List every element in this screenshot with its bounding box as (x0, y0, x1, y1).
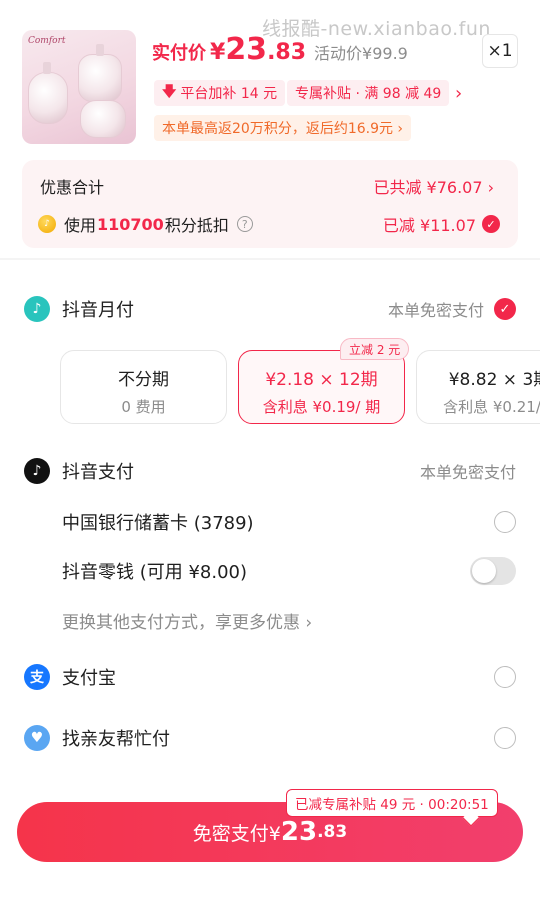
price-decimal: .83 (267, 40, 307, 65)
original-price: 活动价¥99.9 (314, 44, 408, 63)
exclusive-subsidy-text: 专属补贴 · 满 98 减 49 (295, 86, 442, 102)
price-currency: ¥ (210, 40, 226, 65)
plan-fee: 含利息 ¥0.19/ 期 (262, 398, 381, 416)
bottle-shape (78, 54, 122, 102)
bank-card-radio[interactable] (494, 511, 516, 533)
check-icon: ✓ (494, 298, 516, 320)
douyin-balance-toggle[interactable] (470, 557, 516, 585)
instant-discount-badge: 立减 2 元 (340, 338, 410, 360)
help-icon[interactable]: ? (236, 216, 253, 232)
price-integer: 23 (225, 32, 268, 67)
alipay-icon: 支 (24, 664, 50, 690)
price-label: 实付价 (152, 43, 206, 64)
bottle-shape (28, 72, 68, 124)
douyin-balance-label: 抖音零钱 (可用 ¥8.00) (62, 562, 248, 583)
subsidy-countdown-bubble: 已减专属补贴 49 元 · 00:20:51 (286, 789, 498, 827)
down-arrow-icon: 🡇 (162, 84, 177, 100)
bottle-pump (96, 44, 104, 56)
installment-plans: 不分期 0 费用 ¥2.18 × 12期 含利息 ¥0.19/ 期 ¥8.82 … (60, 350, 540, 424)
more-payment-methods-link[interactable]: 更换其他支付方式，享更多优惠 › (62, 608, 312, 633)
discount-panel: 优惠合计 已共减 ¥76.07 › ♪ 使用 110700 积分抵扣 ? 已减 … (22, 160, 518, 248)
quantity-selector[interactable]: ×1 (482, 34, 518, 68)
douyin-pay-status: 本单免密支付 (419, 463, 516, 482)
product-image[interactable]: Comfort (22, 30, 136, 144)
douyin-pay-row[interactable]: ♪ 抖音支付 本单免密支付 (24, 458, 516, 484)
points-rebate-tag[interactable]: 本单最高返20万积分，返后约16.9元 › (154, 115, 412, 141)
bank-card-label: 中国银行储蓄卡 (3789) (62, 513, 254, 534)
bottle-pump (43, 62, 51, 74)
douyin-pay-icon: ♪ (24, 458, 50, 484)
points-reduced-text: 已减 ¥11.07 (382, 216, 476, 235)
discount-title: 优惠合计 (40, 178, 105, 197)
plan-option-3[interactable]: ¥8.82 × 3期 含利息 ¥0.21/期 (416, 350, 540, 424)
price-line: 实付价 ¥ 23 .83 活动价¥99.9 (152, 32, 408, 67)
pay-button-amount-decimal: .83 (317, 822, 348, 842)
plan-title: 不分期 (118, 370, 169, 390)
bottle-shape (80, 100, 126, 138)
plan-option-no-installment[interactable]: 不分期 0 费用 (60, 350, 227, 424)
douyin-monthly-status: 本单免密支付 ✓ (388, 297, 516, 321)
plan-title: ¥2.18 × 12期 (265, 370, 378, 390)
douyin-monthly-label: 抖音月付 (62, 300, 134, 321)
plan-fee: 0 费用 (121, 398, 166, 416)
toggle-knob (472, 559, 496, 583)
points-rebate-text: 本单最高返20万积分，返后约16.9元 › (162, 121, 404, 137)
douyin-pay-label: 抖音支付 (62, 462, 134, 483)
pay-button-label: 免密支付¥ (192, 822, 281, 845)
alipay-label: 支付宝 (62, 668, 116, 689)
check-icon: ✓ (482, 215, 500, 233)
platform-subsidy-tag: 🡇 平台加补 14 元 (154, 80, 286, 106)
points-value: 110700 (97, 214, 164, 234)
douyin-monthly-row[interactable]: ♪ 抖音月付 本单免密支付 ✓ (24, 296, 516, 322)
pay-button-amount-integer: 23 (280, 817, 318, 847)
coin-icon: ♪ (38, 215, 56, 233)
douyin-balance-option[interactable]: 抖音零钱 (可用 ¥8.00) (62, 557, 516, 585)
subsidy-countdown-text: 已减专属补贴 49 元 · 00:20:51 (295, 797, 489, 813)
friend-pay-radio[interactable] (494, 727, 516, 749)
chevron-right-icon[interactable]: › (455, 80, 462, 106)
plan-title: ¥8.82 × 3期 (448, 370, 540, 390)
points-reduced[interactable]: 已减 ¥11.07 ✓ (383, 212, 500, 236)
exclusive-subsidy-tag[interactable]: 专属补贴 · 满 98 减 49 (287, 80, 450, 106)
section-divider (0, 258, 540, 260)
product-brand-logo: Comfort (28, 36, 66, 46)
points-prefix: 使用 (64, 216, 97, 235)
friend-pay-label: 找亲友帮忙付 (62, 729, 170, 750)
friend-pay-row[interactable]: ♥ 找亲友帮忙付 (24, 725, 516, 751)
password-free-text: 本单免密支付 (387, 301, 484, 320)
alipay-row[interactable]: 支 支付宝 (24, 664, 516, 690)
platform-subsidy-text: 平台加补 14 元 (180, 86, 278, 102)
points-deduction-row: ♪ 使用 110700 积分抵扣 ? (38, 212, 253, 236)
points-suffix: 积分抵扣 (164, 216, 229, 235)
bank-card-option[interactable]: 中国银行储蓄卡 (3789) (62, 509, 516, 535)
plan-fee: 含利息 ¥0.21/期 (443, 398, 540, 416)
plan-option-12[interactable]: ¥2.18 × 12期 含利息 ¥0.19/ 期 (238, 350, 405, 424)
heart-icon: ♥ (24, 725, 50, 751)
alipay-radio[interactable] (494, 666, 516, 688)
discount-total-link[interactable]: 已共减 ¥76.07 › (373, 174, 494, 198)
douyin-monthly-icon: ♪ (24, 296, 50, 322)
